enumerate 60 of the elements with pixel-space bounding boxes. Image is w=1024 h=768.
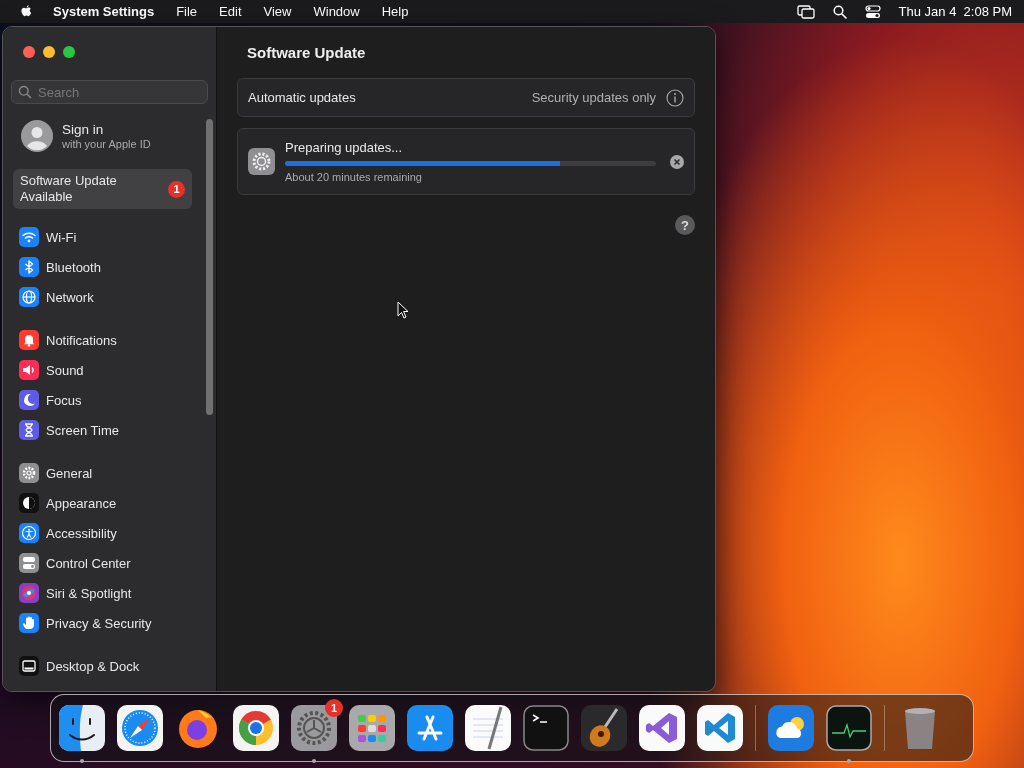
sidebar-item[interactable]: Notifications bbox=[11, 325, 192, 355]
sidebar-item[interactable]: Sound bbox=[11, 355, 192, 385]
info-icon[interactable] bbox=[666, 88, 684, 107]
sidebar-item[interactable]: Privacy & Security bbox=[11, 608, 192, 638]
gear-icon bbox=[248, 148, 275, 175]
search-field[interactable]: Search bbox=[11, 80, 208, 104]
menu-item[interactable]: Window bbox=[313, 4, 360, 19]
close-button[interactable] bbox=[23, 46, 35, 58]
avatar-icon[interactable] bbox=[21, 120, 53, 152]
search-icon[interactable] bbox=[832, 4, 847, 19]
menu-item[interactable]: View bbox=[263, 4, 292, 19]
control-center-icon[interactable] bbox=[864, 4, 881, 19]
sidebar-item[interactable]: Focus bbox=[11, 385, 192, 415]
sidebar-item[interactable]: Bluetooth bbox=[11, 252, 192, 282]
account-subtitle: with your Apple ID bbox=[62, 138, 151, 150]
notification-badge: 1 bbox=[325, 699, 343, 717]
setting-label: Automatic updates bbox=[248, 90, 357, 105]
sidebar-item[interactable]: Desktop & Dock bbox=[11, 651, 192, 681]
app-menu[interactable]: System Settings bbox=[53, 4, 155, 19]
notification-badge: 1 bbox=[168, 180, 185, 198]
letter-a-icon[interactable] bbox=[407, 705, 453, 751]
guitar-icon[interactable] bbox=[581, 705, 627, 751]
sidebar-item[interactable]: Siri & Spotlight bbox=[11, 578, 192, 608]
pointer-cursor-icon bbox=[397, 301, 409, 319]
ribbon-icon[interactable] bbox=[639, 705, 685, 751]
menu-item[interactable]: File bbox=[176, 4, 198, 19]
apple-menu-icon[interactable] bbox=[20, 4, 33, 19]
app-grid-icon[interactable] bbox=[349, 705, 395, 751]
cloud-sun-icon[interactable] bbox=[768, 705, 814, 751]
menu-item[interactable]: Edit bbox=[219, 4, 242, 19]
sidebar-item[interactable]: Screen Time bbox=[11, 415, 192, 445]
sidebar-item[interactable]: General bbox=[11, 458, 192, 488]
circle-ring-icon[interactable] bbox=[233, 705, 279, 751]
page-title: Software Update bbox=[247, 44, 367, 61]
scrollbar[interactable] bbox=[206, 119, 213, 415]
sidebar-item[interactable]: Control Center bbox=[11, 548, 192, 578]
compass-icon[interactable] bbox=[117, 705, 163, 751]
screen-mirroring-icon[interactable] bbox=[796, 4, 815, 19]
sidebar-item[interactable]: Wi-Fi bbox=[11, 222, 192, 252]
zoom-button[interactable] bbox=[63, 46, 75, 58]
minimize-button[interactable] bbox=[43, 46, 55, 58]
account-title[interactable]: Sign in bbox=[62, 122, 151, 137]
setting-value: Security updates only bbox=[531, 90, 656, 105]
progress-title: Preparing updates... bbox=[285, 140, 404, 155]
notepad-pencil-icon[interactable] bbox=[465, 705, 511, 751]
terminal-prompt-icon[interactable] bbox=[523, 705, 569, 751]
search-icon bbox=[18, 85, 32, 99]
menu-item[interactable]: Help bbox=[381, 4, 409, 19]
menu-clock[interactable]: Thu Jan 4 2:08 PM bbox=[898, 4, 1012, 19]
heartbeat-monitor-icon[interactable] bbox=[826, 705, 872, 751]
progress-status: About 20 minutes remaining bbox=[285, 171, 423, 183]
sidebar-item[interactable]: Network bbox=[11, 282, 192, 312]
cancel-button[interactable] bbox=[670, 154, 684, 169]
help-button[interactable]: ? bbox=[675, 215, 695, 235]
sidebar-item[interactable]: Appearance bbox=[11, 488, 192, 518]
gear-icon[interactable] bbox=[291, 705, 337, 751]
smiling-face-icon[interactable] bbox=[59, 705, 105, 751]
ribbon-icon[interactable] bbox=[697, 705, 743, 751]
sidebar-item[interactable]: Accessibility bbox=[11, 518, 192, 548]
update-banner[interactable]: Software Update Available 1 bbox=[13, 169, 192, 209]
